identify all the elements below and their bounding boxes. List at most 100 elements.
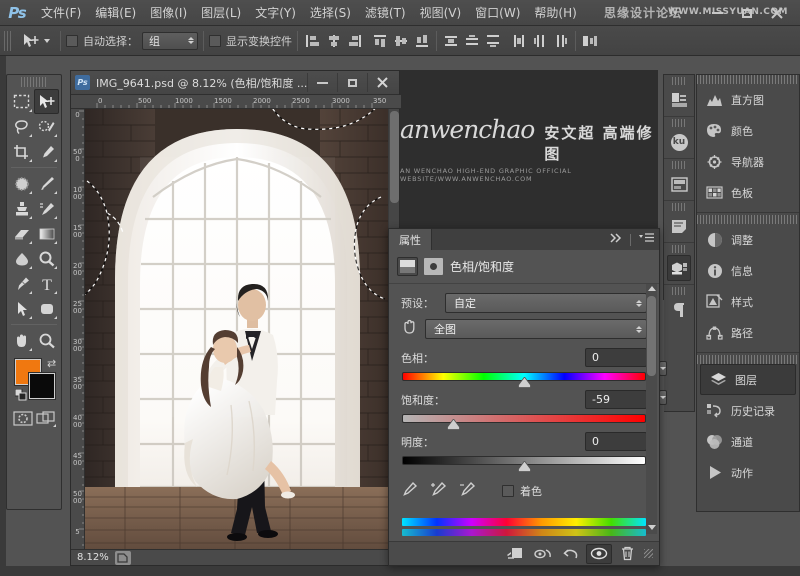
channel-dropdown[interactable]: 全图 [425, 319, 647, 339]
horizontal-type-tool[interactable]: T [34, 271, 59, 296]
mini-bridge-icon[interactable] [664, 87, 694, 113]
eraser-tool[interactable] [9, 221, 34, 246]
clone-stamp-tool[interactable] [9, 196, 34, 221]
rectangular-marquee-tool[interactable] [9, 89, 34, 114]
eyedropper-icon[interactable] [401, 481, 418, 500]
document-title-bar[interactable]: Ps IMG_9641.psd @ 8.12% (色相/饱和度 ... [71, 71, 399, 95]
default-colors-icon[interactable] [15, 389, 27, 401]
vertical-ruler[interactable]: 0 500 1000 1500 2000 2500 3000 3500 4000… [71, 109, 85, 553]
distribute-vertical-centers-button[interactable] [463, 32, 481, 50]
panel-item-channels[interactable]: 通道 [697, 426, 799, 457]
rounded-rectangle-tool[interactable] [34, 296, 59, 321]
layer-mask-icon[interactable] [424, 258, 443, 275]
align-left-edges-button[interactable] [303, 32, 321, 50]
scroll-up-arrow-icon[interactable] [648, 286, 656, 291]
document-maximize-button[interactable] [337, 73, 367, 92]
hue-slider-thumb[interactable] [518, 377, 531, 388]
panel-item-histogram[interactable]: 直方图 [697, 84, 799, 115]
menu-file[interactable]: 文件(F) [34, 0, 88, 26]
auto-align-layers-button[interactable] [581, 32, 599, 50]
dock-group-grip[interactable] [672, 161, 686, 169]
distribute-left-edges-button[interactable] [510, 32, 528, 50]
align-bottom-edges-button[interactable] [413, 32, 431, 50]
swap-colors-icon[interactable]: ⇄ [47, 357, 56, 370]
background-color-swatch[interactable] [29, 373, 55, 399]
panel-item-color[interactable]: 颜色 [697, 115, 799, 146]
blur-tool[interactable] [9, 246, 34, 271]
options-bar-grip[interactable] [4, 31, 12, 51]
menu-image[interactable]: 图像(I) [143, 0, 194, 26]
gradient-tool[interactable] [34, 221, 59, 246]
align-right-edges-button[interactable] [345, 32, 363, 50]
clip-to-layer-button[interactable] [502, 544, 528, 564]
dock-group-grip[interactable] [672, 203, 686, 211]
menu-type[interactable]: 文字(Y) [248, 0, 303, 26]
panel-item-info[interactable]: 信息 [697, 255, 799, 286]
distribute-bottom-edges-button[interactable] [484, 32, 502, 50]
paragraph-icon[interactable] [664, 297, 694, 323]
menu-edit[interactable]: 编辑(E) [88, 0, 143, 26]
scrollbar-thumb[interactable] [647, 296, 656, 376]
panel-item-layers[interactable]: 图层 [700, 364, 796, 395]
panel-menu-icon[interactable] [638, 233, 655, 246]
collapse-to-icons-icon[interactable] [610, 233, 623, 246]
panel-resize-grip[interactable] [644, 549, 653, 558]
brush-tool[interactable] [34, 171, 59, 196]
on-image-adjust-icon[interactable] [401, 319, 421, 339]
document-canvas[interactable] [85, 109, 390, 553]
panel-item-history[interactable]: 历史记录 [697, 395, 799, 426]
eyedropper-tool[interactable] [34, 139, 59, 164]
timeline-icon[interactable] [664, 171, 694, 197]
move-tool[interactable] [34, 89, 59, 114]
align-horizontal-centers-button[interactable] [324, 32, 342, 50]
auto-select-checkbox[interactable] [66, 35, 78, 47]
tab-properties[interactable]: 属性 [389, 229, 432, 250]
dock-group-grip[interactable] [672, 119, 686, 127]
pen-tool[interactable] [9, 271, 34, 296]
horizontal-ruler[interactable]: 0 500 1000 1500 2000 2500 3000 350 [71, 95, 401, 109]
kuler-icon[interactable]: ku [664, 129, 694, 155]
crop-tool[interactable] [9, 139, 34, 164]
dock-group-grip[interactable] [672, 245, 686, 253]
colorize-checkbox[interactable] [502, 485, 514, 497]
document-minimize-button[interactable] [307, 73, 337, 92]
document-info-icon[interactable] [115, 551, 131, 565]
properties-scrollbar[interactable] [646, 284, 657, 534]
panel-item-paths[interactable]: 路径 [697, 317, 799, 348]
dodge-tool[interactable] [34, 246, 59, 271]
layer-thumbnail-icon[interactable] [398, 258, 417, 275]
menu-view[interactable]: 视图(V) [413, 0, 469, 26]
notes-icon[interactable] [664, 213, 694, 239]
eyedropper-add-icon[interactable] [430, 481, 447, 500]
menu-select[interactable]: 选择(S) [303, 0, 358, 26]
menu-layer[interactable]: 图层(L) [194, 0, 248, 26]
preset-dropdown[interactable]: 自定 [445, 293, 647, 313]
screen-mode-icon[interactable] [36, 409, 56, 427]
panel-item-adjustments[interactable]: 调整 [697, 224, 799, 255]
lightness-slider-track[interactable] [402, 456, 646, 465]
zoom-tool[interactable] [34, 328, 59, 353]
saturation-slider-track[interactable] [402, 414, 646, 423]
saturation-value-field[interactable]: -59 [585, 390, 647, 409]
panel-item-actions[interactable]: 动作 [697, 457, 799, 488]
panel-item-swatches[interactable]: 色板 [697, 177, 799, 208]
panel-group-grip[interactable] [697, 215, 799, 224]
scroll-down-arrow-icon[interactable] [648, 525, 656, 530]
active-tool-preset-picker[interactable] [16, 32, 55, 50]
delete-adjustment-button[interactable] [614, 544, 640, 564]
document-close-button[interactable] [367, 73, 397, 92]
align-top-edges-button[interactable] [371, 32, 389, 50]
tools-panel-grip[interactable] [21, 77, 47, 87]
path-selection-tool[interactable] [9, 296, 34, 321]
spot-healing-brush-tool[interactable] [9, 171, 34, 196]
hand-tool[interactable] [9, 328, 34, 353]
history-brush-tool[interactable] [34, 196, 59, 221]
lasso-tool[interactable] [9, 114, 34, 139]
toggle-visibility-button[interactable] [586, 544, 612, 564]
menu-help[interactable]: 帮助(H) [527, 0, 583, 26]
menu-window[interactable]: 窗口(W) [468, 0, 527, 26]
reset-button[interactable] [558, 544, 584, 564]
quick-selection-tool[interactable] [34, 114, 59, 139]
scrollbar-thumb[interactable] [390, 111, 399, 203]
saturation-slider-thumb[interactable] [447, 419, 460, 430]
